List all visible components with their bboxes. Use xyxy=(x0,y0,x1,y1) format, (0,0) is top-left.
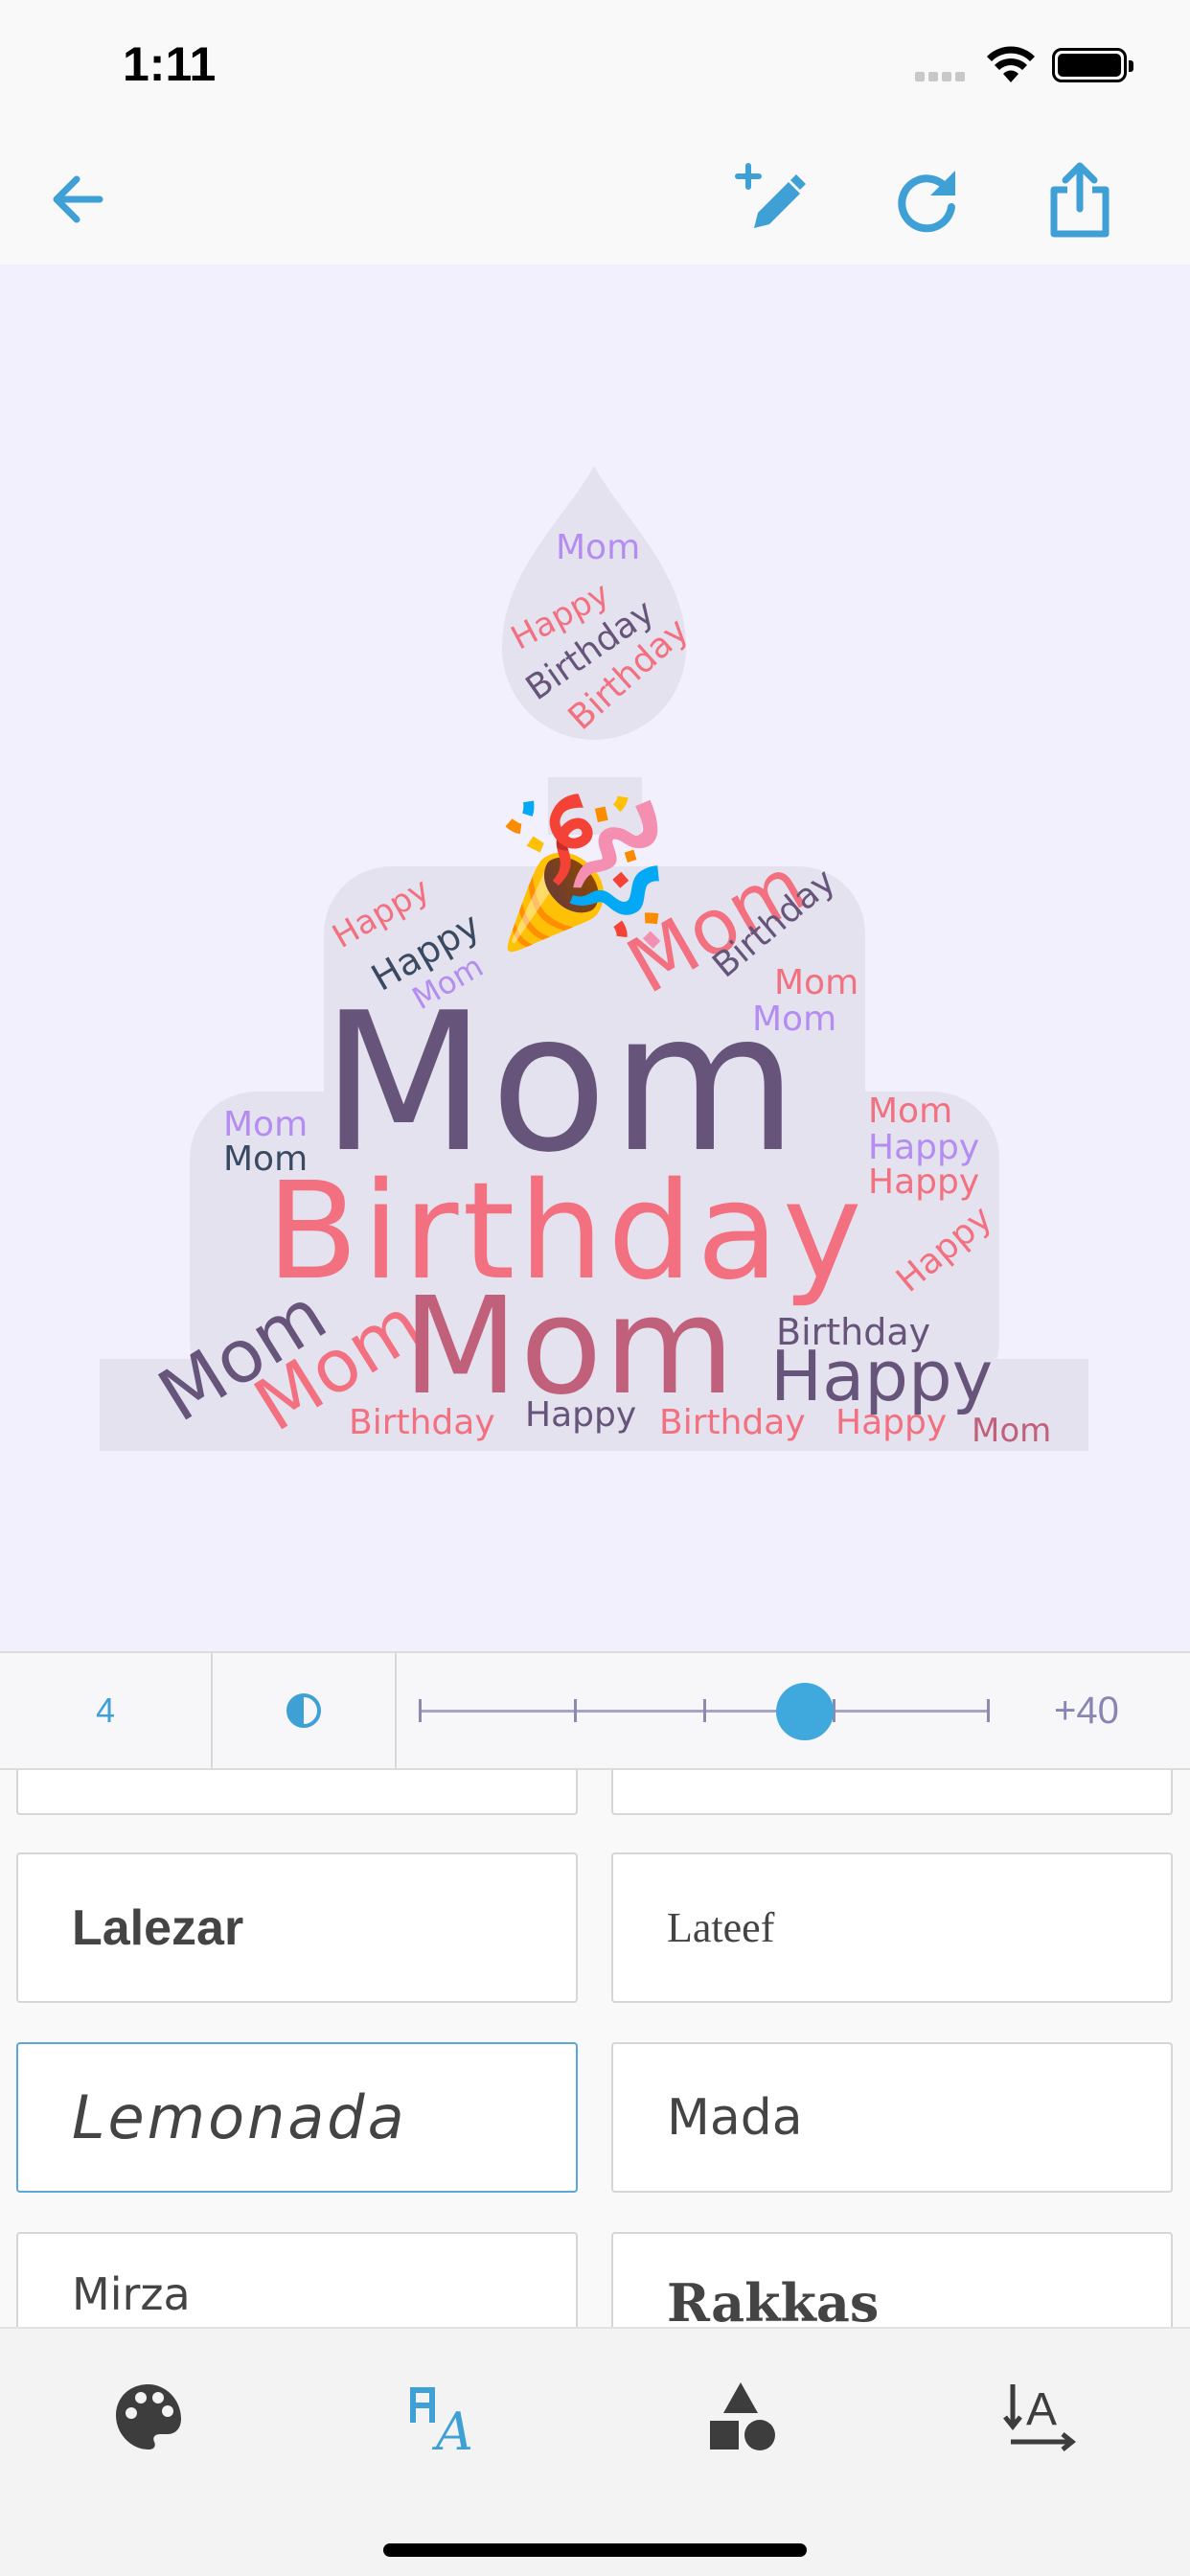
word-mom: Mom xyxy=(556,528,641,567)
party-popper-emoji: 🎉 xyxy=(493,790,673,956)
font-card-rakkas[interactable]: Rakkas xyxy=(611,2232,1173,2327)
battery-icon xyxy=(1052,48,1133,82)
slider-tick xyxy=(574,1699,577,1722)
font-card-lateef[interactable]: Lateef xyxy=(611,1852,1173,2003)
share-button[interactable] xyxy=(1039,158,1121,241)
word-happy: Happy xyxy=(868,1128,980,1167)
font-card-mirza[interactable]: Mirza xyxy=(16,2232,578,2327)
shapes-icon xyxy=(710,2382,775,2450)
text-direction-icon: A xyxy=(1003,2384,1077,2451)
tab-fonts[interactable]: A xyxy=(393,2369,498,2465)
slider-thumb[interactable] xyxy=(776,1683,834,1740)
refresh-icon xyxy=(898,171,955,233)
slider-value: +40 xyxy=(1054,1690,1119,1732)
word-cloud-canvas[interactable]: Mom Happy Birthday Birthday Happy Happy … xyxy=(0,264,1190,1651)
home-indicator xyxy=(383,2543,807,2557)
toolbar xyxy=(0,134,1190,264)
arrow-left-icon xyxy=(53,175,103,223)
edit-plus-icon xyxy=(735,163,806,228)
word-happy: Happy xyxy=(525,1395,637,1435)
font-list[interactable]: Lalezar Lateef Lemonada Mada Mirza Rakka… xyxy=(0,1770,1190,2327)
back-button[interactable] xyxy=(36,158,119,241)
font-card-mada[interactable]: Mada xyxy=(611,2042,1173,2193)
word-happy: Happy xyxy=(770,1336,994,1416)
cellular-signal-icon xyxy=(915,69,971,81)
opacity-button[interactable] xyxy=(213,1653,397,1768)
slider-tick xyxy=(987,1699,990,1722)
font-card[interactable] xyxy=(611,1770,1173,1815)
style-slider-bar: 4 +40 xyxy=(0,1651,1190,1770)
font-icon: A xyxy=(410,2387,473,2453)
tab-shapes[interactable] xyxy=(690,2369,795,2465)
word-mom: Mom xyxy=(223,1139,309,1179)
share-icon xyxy=(1050,162,1110,238)
status-bar: 1:11 xyxy=(0,0,1190,134)
bottom-tab-bar: A A xyxy=(0,2327,1190,2576)
word-birthday: Birthday xyxy=(349,1403,495,1442)
opacity-icon xyxy=(286,1693,321,1728)
word-mom: Mom xyxy=(868,1092,953,1131)
word-birthday: Birthday xyxy=(659,1403,806,1442)
tab-text-direction[interactable]: A xyxy=(987,2369,1092,2465)
word-mom: Mom xyxy=(972,1412,1052,1450)
word-mom: Mom xyxy=(223,1105,309,1144)
word-count-button[interactable]: 4 xyxy=(0,1653,213,1768)
font-card-lemonada[interactable]: Lemonada xyxy=(16,2042,578,2193)
status-time: 1:11 xyxy=(123,37,217,91)
word-happy: Happy xyxy=(868,1162,980,1202)
palette-icon xyxy=(116,2384,181,2450)
font-card-lalezar[interactable]: Lalezar xyxy=(16,1852,578,2003)
slider-tick xyxy=(419,1699,422,1722)
svg-text:A: A xyxy=(431,2402,473,2453)
svg-text:A: A xyxy=(1026,2384,1057,2435)
word-mom-medium: Mom xyxy=(402,1269,737,1425)
tab-colors[interactable] xyxy=(96,2369,201,2465)
edit-words-button[interactable] xyxy=(730,158,812,241)
refresh-button[interactable] xyxy=(885,158,968,241)
slider-tick xyxy=(703,1699,706,1722)
word-happy: Happy xyxy=(835,1403,948,1442)
font-card[interactable] xyxy=(16,1770,578,1815)
wifi-icon xyxy=(987,46,1035,89)
word-mom-large: Mom xyxy=(321,972,802,1195)
